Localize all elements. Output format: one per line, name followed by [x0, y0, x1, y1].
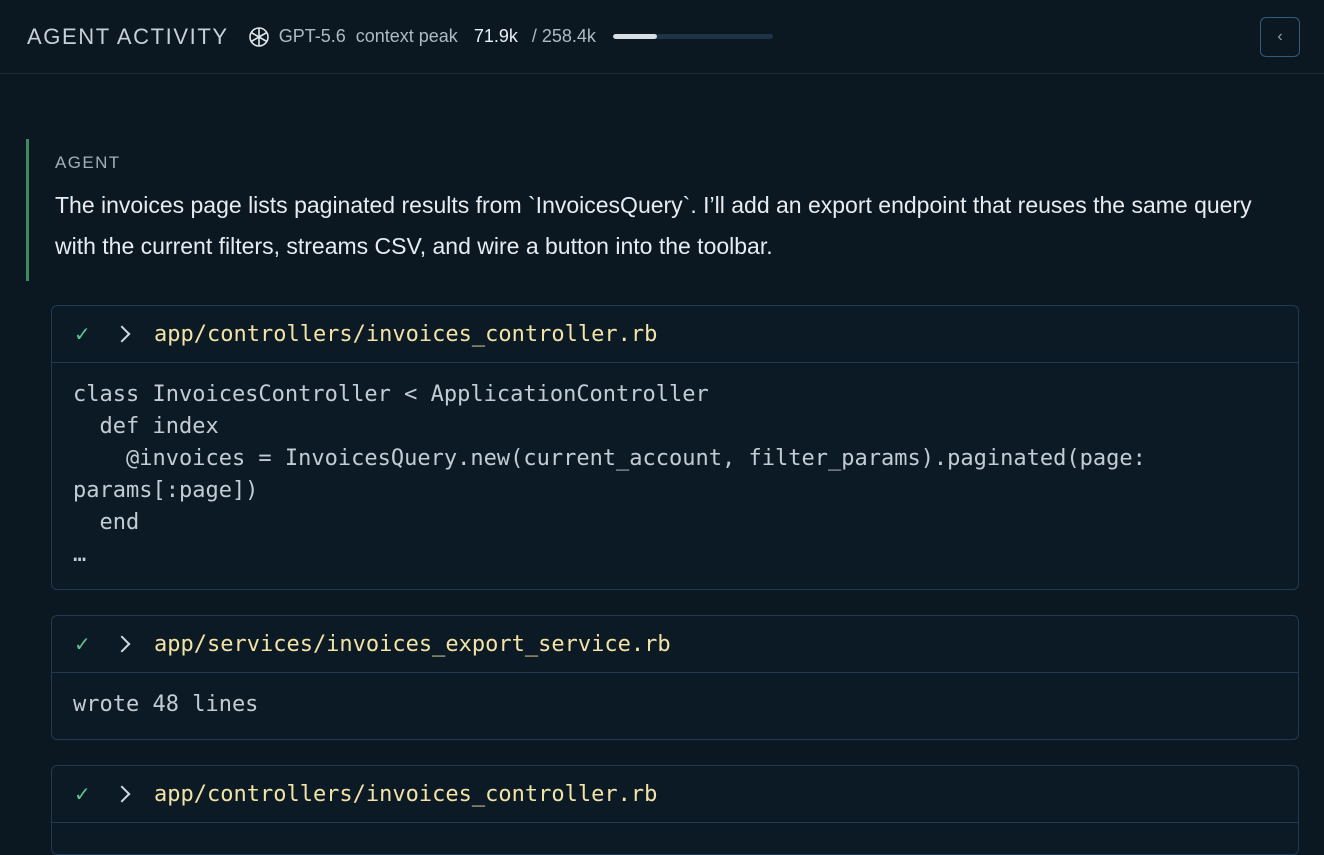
openai-logo-icon: [247, 25, 271, 49]
chevron-right-icon[interactable]: [113, 785, 131, 803]
check-icon: ✓: [74, 323, 91, 346]
context-usage-fill: [612, 34, 658, 39]
chevron-left-icon: ‹: [1277, 28, 1283, 45]
tool-call-card: ✓ app/controllers/invoices_controller.rb…: [51, 305, 1299, 590]
model-name: GPT-5.6: [278, 26, 346, 46]
context-label: context peak: [355, 26, 458, 46]
panel-title: AGENT ACTIVITY: [27, 23, 229, 49]
collapse-panel-button[interactable]: ‹: [1260, 17, 1300, 57]
check-icon: ✓: [74, 783, 91, 806]
chevron-right-icon[interactable]: [113, 325, 131, 343]
tool-call-output: class InvoicesController < ApplicationCo…: [73, 382, 1146, 567]
tool-call-card: ✓ app/services/invoices_export_service.r…: [51, 615, 1299, 740]
agent-role-label: AGENT: [55, 153, 121, 172]
tool-call-path: app/controllers/invoices_controller.rb: [154, 781, 658, 807]
context-total-value: / 258.4k: [531, 26, 596, 46]
context-peak-value: 71.9k: [473, 26, 518, 46]
tool-call-card: ✓ app/controllers/invoices_controller.rb: [51, 765, 1299, 855]
tool-call-output: wrote 48 lines: [73, 692, 259, 717]
tool-call-header[interactable]: ✓ app/controllers/invoices_controller.rb: [52, 766, 1298, 823]
chevron-right-icon[interactable]: [113, 635, 131, 653]
tool-call-header[interactable]: ✓ app/services/invoices_export_service.r…: [52, 616, 1298, 673]
tool-call-path: app/controllers/invoices_controller.rb: [154, 321, 658, 347]
agent-message-text: The invoices page lists paginated result…: [55, 192, 1252, 259]
tool-call-path: app/services/invoices_export_service.rb: [154, 631, 671, 657]
agent-message: AGENT The invoices page lists paginated …: [26, 139, 1306, 281]
tool-call-output: [52, 823, 1298, 839]
tool-call-header[interactable]: ✓ app/controllers/invoices_controller.rb: [52, 306, 1298, 363]
activity-header: AGENT ACTIVITY GPT-5.6 context peak 71.9…: [0, 0, 1324, 74]
check-icon: ✓: [74, 633, 91, 656]
context-usage-bar: [612, 34, 773, 39]
